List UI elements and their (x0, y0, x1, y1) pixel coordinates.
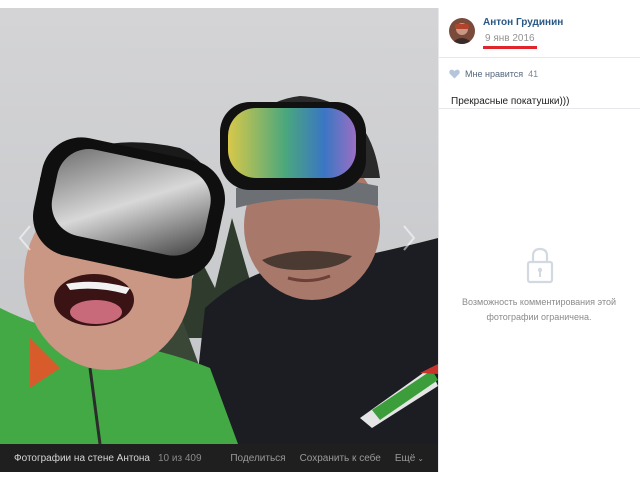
heart-icon (449, 69, 460, 79)
chevron-right-icon (403, 225, 416, 251)
comments-area: Возможность комментирования этой фотогра… (439, 108, 640, 472)
more-button[interactable]: Ещё ⌄ (395, 453, 424, 464)
photo-info-panel: Антон Грудинин 9 янв 2016 Мне нравится 4… (438, 8, 640, 472)
share-button[interactable]: Поделиться (230, 453, 285, 464)
author-meta: Антон Грудинин 9 янв 2016 (483, 16, 563, 49)
next-photo-arrow[interactable] (394, 208, 424, 268)
comments-restricted-note: Возможность комментирования этой фотогра… (462, 297, 616, 322)
photo-pane: Фотографии на стене Антона 10 из 409 Под… (0, 8, 438, 472)
previous-photo-arrow[interactable] (10, 208, 40, 268)
like-count: 41 (528, 69, 539, 79)
footer-actions: Поделиться Сохранить к себе Ещё ⌄ (230, 453, 424, 464)
author-name-link[interactable]: Антон Грудинин (483, 17, 563, 28)
avatar[interactable] (449, 18, 475, 44)
photo[interactable] (0, 8, 438, 444)
chevron-down-icon: ⌄ (417, 453, 424, 463)
save-to-self-button[interactable]: Сохранить к себе (300, 453, 381, 464)
photo-viewer: Фотографии на стене Антона 10 из 409 Под… (0, 0, 640, 480)
album-title-link[interactable]: Фотографии на стене Антона (14, 453, 150, 464)
more-label: Ещё (394, 452, 416, 464)
like-label: Мне нравится (465, 69, 524, 79)
photo-footer: Фотографии на стене Антона 10 из 409 Под… (0, 444, 438, 472)
chevron-left-icon (18, 225, 31, 251)
photo-counter: 10 из 409 (157, 452, 202, 464)
lock-icon (526, 247, 554, 284)
like-button[interactable]: Мне нравится 41 (439, 62, 640, 86)
author-block: Антон Грудинин 9 янв 2016 (439, 8, 640, 58)
post-date[interactable]: 9 янв 2016 (483, 33, 537, 49)
